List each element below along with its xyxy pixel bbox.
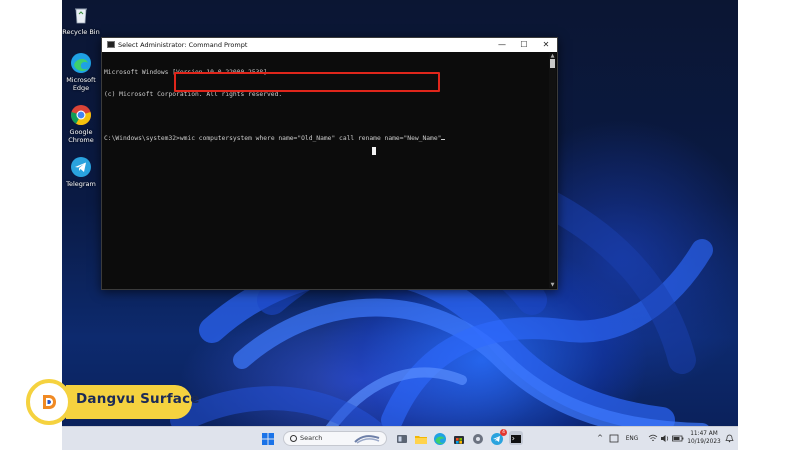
system-tray: ^ ENG 11:47 AM 10/19/2023 [592,427,738,450]
dangvu-surface-watermark: Dangvu Surface [26,379,199,425]
command-prompt-window[interactable]: Select Administrator: Command Prompt — ☐… [101,37,558,290]
search-label: Search [300,434,323,442]
minimize-button[interactable]: — [491,38,513,52]
dangvu-logo-icon [43,395,56,409]
desktop-icon-telegram[interactable]: Telegram [62,156,103,188]
window-title-bar[interactable]: Select Administrator: Command Prompt — ☐… [102,38,557,52]
terminal-icon[interactable] [509,431,523,445]
desktop-icon-label-line-2: Edge [72,84,90,92]
telegram-icon [70,156,92,178]
onedrive-icon[interactable] [609,434,619,443]
maximize-button[interactable]: ☐ [513,38,535,52]
recycle-bin-icon [70,4,92,26]
search-icon [290,435,297,442]
clock-time[interactable]: 11:47 AM [688,430,720,438]
clock-date[interactable]: 10/19/2023 [686,438,722,446]
windows-start-icon[interactable] [261,431,275,445]
settings-icon[interactable] [471,431,485,445]
command-highlight-box [174,72,440,92]
telegram-icon[interactable]: 4 [490,429,507,445]
console-command-line: C:\Windows\system32>wmic computersystem … [104,135,547,142]
notification-bell-icon[interactable] [725,434,734,443]
notification-badge: 4 [500,429,507,436]
chrome-icon [70,104,92,126]
brand-logo-badge [26,379,72,425]
store-icon[interactable] [452,431,466,445]
tray-chevron-icon[interactable]: ^ [596,434,604,442]
wifi-icon[interactable] [648,434,658,443]
edge-icon[interactable] [433,431,447,445]
console-line: (c) Microsoft Corporation. All rights re… [104,91,283,99]
vertical-scrollbar[interactable]: ▲ ▼ [549,53,556,288]
console-prompt: C:\Windows\system32> [104,135,180,143]
widgets-icon[interactable] [395,431,409,445]
language-indicator[interactable]: ENG [623,435,641,443]
desktop-icon-label: Telegram [66,180,96,188]
brand-name: Dangvu Surface [76,391,200,407]
terminal-icon [107,41,115,48]
console-command: wmic computersystem where name="Old_Name… [179,135,442,143]
text-cursor [441,139,446,141]
desktop-icon-label-line-2: Chrome [68,136,94,144]
desktop-icon-label-line-1: Microsoft [66,76,96,84]
desktop-icon-label: Recycle Bin [62,28,100,36]
window-title: Select Administrator: Command Prompt [118,41,248,49]
scroll-down-icon[interactable]: ▼ [549,282,556,288]
search-highlight-art-icon [354,435,380,444]
battery-icon[interactable] [672,434,684,443]
mouse-text-cursor [372,147,376,155]
scrollbar-thumb[interactable] [550,59,555,68]
file-explorer-icon[interactable] [414,431,428,445]
desktop-icon-chrome[interactable]: Google Chrome [62,104,103,144]
desktop-icon-recycle-bin[interactable]: Recycle Bin [62,4,103,36]
desktop-icon-edge[interactable]: Microsoft Edge [62,52,103,92]
taskbar: Search 4 ^ ENG 11:47 AM 10/19/2023 [62,426,738,450]
desktop-icon-label-line-1: Google [69,128,93,136]
volume-icon[interactable] [660,434,670,443]
close-button[interactable]: ✕ [535,38,557,52]
edge-icon [70,52,92,74]
taskbar-search-box[interactable]: Search [283,431,387,446]
